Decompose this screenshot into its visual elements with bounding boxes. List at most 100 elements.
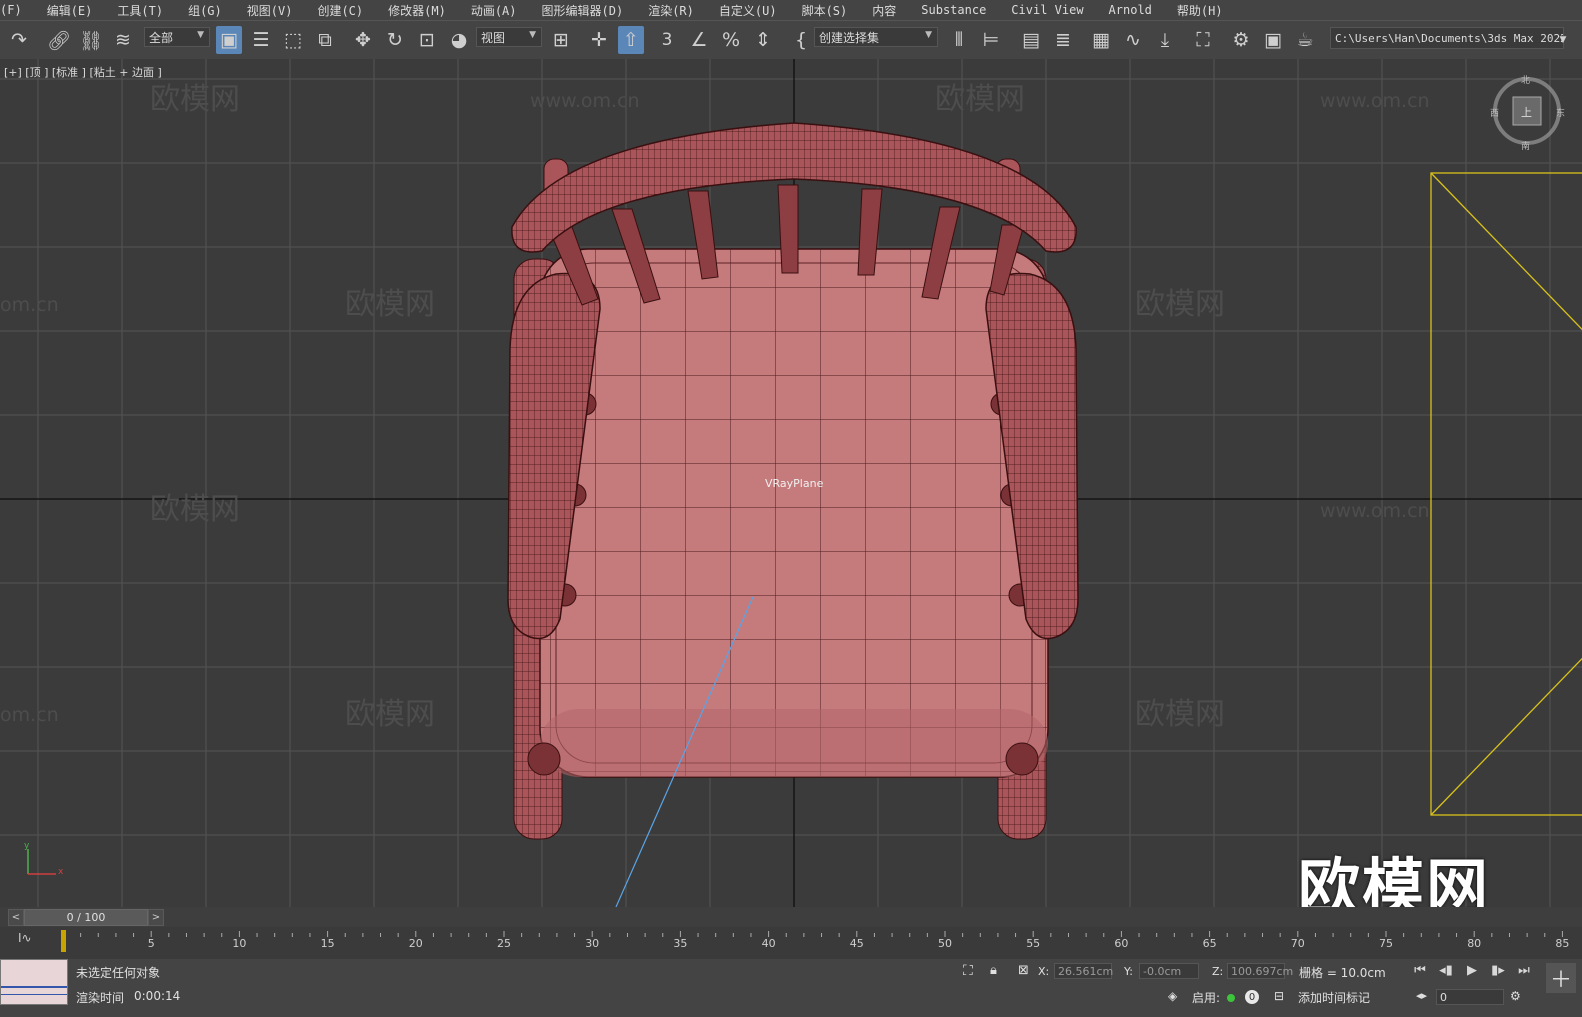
compass-north: 北 xyxy=(1521,76,1531,86)
menu-item-5[interactable]: 创建(C) xyxy=(305,2,376,19)
reference-coordinate-dropdown[interactable]: 视图 ▼ xyxy=(476,27,542,47)
track-tick-label: 80 xyxy=(1467,937,1482,950)
prev-frame-button[interactable]: < xyxy=(8,909,24,926)
track-tick-label: 85 xyxy=(1555,937,1570,950)
edit-named-selection-icon[interactable]: { xyxy=(788,26,814,54)
rect-selection-region-icon[interactable]: ⬚ xyxy=(280,26,306,54)
align-icon[interactable]: ⊨ xyxy=(978,26,1004,54)
link-icon[interactable]: 🔗︎ xyxy=(46,26,72,54)
watermark-text: om.cn xyxy=(0,704,59,726)
watermark-text: www.om.cn xyxy=(1320,500,1430,522)
menu-item-15[interactable]: Arnold xyxy=(1097,3,1165,17)
layer-explorer-icon[interactable]: ≣ xyxy=(1050,26,1076,54)
menu-item-12[interactable]: 内容 xyxy=(860,2,909,19)
go-to-start-icon[interactable]: ⏮ xyxy=(1410,961,1430,979)
keyboard-shortcut-override-icon[interactable]: ⇧ xyxy=(618,26,644,54)
unlink-icon[interactable]: ⛓ xyxy=(78,26,104,54)
menu-item-2[interactable]: 工具(T) xyxy=(105,2,176,19)
render-production-icon[interactable]: ☕ xyxy=(1292,26,1318,54)
x-coordinate-field[interactable]: 26.561cm xyxy=(1054,963,1113,979)
current-frame-input[interactable]: 0 xyxy=(1436,989,1504,1005)
track-tick-label: 10 xyxy=(232,937,247,950)
absolute-mode-icon[interactable]: ⊠ xyxy=(1018,963,1029,978)
track-tick-label: 60 xyxy=(1114,937,1129,950)
previous-frame-icon[interactable]: ◂▮ xyxy=(1436,961,1456,979)
time-config-icon[interactable]: ⚙ xyxy=(1510,989,1521,1003)
mirror-icon[interactable]: ⫴ xyxy=(946,26,972,54)
placement-icon[interactable]: ◕ xyxy=(446,26,472,54)
menu-item-6[interactable]: 修改器(M) xyxy=(376,2,459,19)
selection-status: 未选定任何对象 xyxy=(76,966,161,980)
menu-item-7[interactable]: 动画(A) xyxy=(459,2,530,19)
next-frame-icon[interactable]: ▮▸ xyxy=(1488,961,1508,979)
schematic-view-icon[interactable]: ⤓ xyxy=(1152,26,1178,54)
menu-item-3[interactable]: 组(G) xyxy=(176,2,235,19)
curve-editor-icon[interactable]: ∿ xyxy=(1120,26,1146,54)
selection-filter-value: 全部 xyxy=(149,30,174,45)
snaps-toggle-icon[interactable]: 3 xyxy=(654,26,680,54)
time-tag-icon[interactable]: ⊟ xyxy=(1274,989,1284,1003)
render-setup-icon[interactable]: ⚙ xyxy=(1228,26,1254,54)
key-mode-icon[interactable]: ◂▸ xyxy=(1416,989,1427,1002)
menu-item-14[interactable]: Civil View xyxy=(999,3,1096,17)
add-time-tag[interactable]: 添加时间标记 xyxy=(1298,989,1370,1006)
track-bar[interactable]: Ι∿ 5 10 15 20 25 30 35 40 45 50 55 60 65 70 75 80 85 xyxy=(0,927,1582,959)
y-coordinate-field[interactable]: -0.0cm xyxy=(1139,963,1199,979)
menu-bar: (F) 编辑(E) 工具(T) 组(G) 视图(V) 创建(C) 修改器(M) 动画(A) 图形… xyxy=(0,0,1582,20)
menu-item-4[interactable]: 视图(V) xyxy=(235,2,306,19)
select-by-name-icon[interactable]: ☰ xyxy=(248,26,274,54)
menu-item-1[interactable]: 编辑(E) xyxy=(35,2,106,19)
status-bar: 未选定任何对象 渲染时间 0:00:14 ⛶ 🔒︎ ⊠ X: 26.561cm … xyxy=(0,959,1582,1017)
maxscript-listener-thumbnail[interactable] xyxy=(0,959,68,1005)
scale-icon[interactable]: ⊡ xyxy=(414,26,440,54)
project-path-field[interactable]: C:\Users\Han\Documents\3ds Max 2022 xyxy=(1330,27,1564,49)
viewport-label[interactable]: [+] [顶 ] [标准 ] [粘土 + 边面 ] xyxy=(4,64,162,80)
go-to-end-icon[interactable]: ⏭ xyxy=(1514,961,1534,979)
shield-icon[interactable]: ◈ xyxy=(1168,989,1177,1003)
menu-item-10[interactable]: 自定义(U) xyxy=(707,2,790,19)
menu-item-9[interactable]: 渲染(R) xyxy=(636,2,707,19)
select-object-icon[interactable]: ▣ xyxy=(216,26,242,54)
bottom-panel: < 0 / 100 > Ι∿ 5 10 15 20 25 30 35 40 45 50 55 60 65… xyxy=(0,907,1582,1017)
track-tick-label: 75 xyxy=(1379,937,1393,950)
menu-item-11[interactable]: 脚本(S) xyxy=(790,2,861,19)
percent-snap-icon[interactable]: % xyxy=(718,26,744,54)
menu-item-13[interactable]: Substance xyxy=(909,3,999,17)
vrayplane-gizmo xyxy=(1430,172,1582,816)
time-marker[interactable] xyxy=(61,930,66,952)
main-toolbar: ↷ 🔗︎ ⛓ ≋ 全部 ▼ ▣ ☰ ⬚ ⧉ ✥ ↻ ⊡ ◕ 视图 ▼ ⊞ ✛ ⇧… xyxy=(0,20,1582,60)
enable-count[interactable]: 0 xyxy=(1245,990,1259,1004)
selection-filter-dropdown[interactable]: 全部 ▼ xyxy=(144,27,210,47)
window-crossing-icon[interactable]: ⧉ xyxy=(312,26,338,54)
time-slider[interactable]: < 0 / 100 > xyxy=(0,907,1582,927)
redo-icon[interactable]: ↷ xyxy=(6,26,32,54)
isolate-selection-icon[interactable]: ⛶ xyxy=(963,963,973,979)
material-editor-icon[interactable]: ⛶ xyxy=(1190,26,1216,54)
add-icon[interactable]: ＋ xyxy=(1546,963,1576,993)
chevron-down-icon[interactable]: ▼ xyxy=(1556,26,1570,54)
rotate-icon[interactable]: ↻ xyxy=(382,26,408,54)
y-value: -0.0cm xyxy=(1143,964,1182,978)
menu-item-8[interactable]: 图形编辑器(D) xyxy=(530,2,637,19)
spinner-snap-icon[interactable]: ⇕ xyxy=(750,26,776,54)
viewcube-face[interactable]: 上 xyxy=(1521,104,1532,120)
select-manipulate-icon[interactable]: ✛ xyxy=(586,26,612,54)
menu-item-0[interactable]: (F) xyxy=(0,3,35,17)
bind-spacewarp-icon[interactable]: ≋ xyxy=(110,26,136,54)
rendered-frame-window-icon[interactable]: ▣ xyxy=(1260,26,1286,54)
named-selection-value: 创建选择集 xyxy=(819,30,880,45)
play-icon[interactable]: ▶ xyxy=(1462,961,1482,979)
top-viewport[interactable]: 欧模网www.om.cn欧模网www.om.cnom.cn欧模网欧模网欧模网欧模… xyxy=(0,59,1582,907)
lock-icon[interactable]: 🔒︎ xyxy=(990,963,997,978)
z-coordinate-field[interactable]: 100.697cm xyxy=(1227,963,1293,979)
named-selection-dropdown[interactable]: 创建选择集 ▼ xyxy=(814,27,938,47)
next-frame-button[interactable]: > xyxy=(148,909,164,926)
time-slider-handle[interactable]: 0 / 100 xyxy=(24,909,148,926)
menu-item-16[interactable]: 帮助(H) xyxy=(1165,2,1236,19)
scene-explorer-icon[interactable]: ▤ xyxy=(1018,26,1044,54)
pivot-center-icon[interactable]: ⊞ xyxy=(548,26,574,54)
move-icon[interactable]: ✥ xyxy=(350,26,376,54)
compass-east: 东 xyxy=(1556,109,1566,119)
toggle-ribbon-icon[interactable]: ▦ xyxy=(1088,26,1114,54)
angle-snap-icon[interactable]: ∠ xyxy=(686,26,712,54)
